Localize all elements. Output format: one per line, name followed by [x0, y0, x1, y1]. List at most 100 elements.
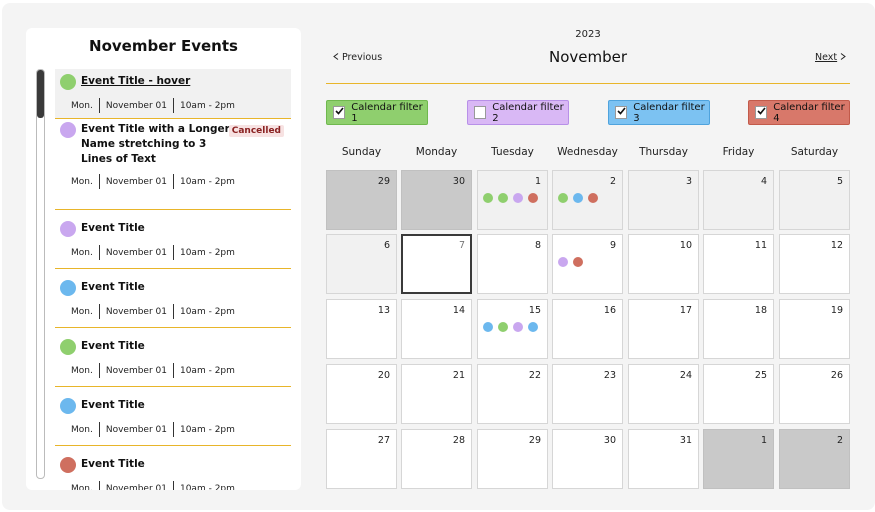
event-title[interactable]: Event Title - hover [81, 74, 231, 89]
event-dot[interactable] [573, 193, 583, 203]
calendar-month: November [548, 48, 628, 66]
scrollbar-thumb[interactable] [37, 70, 44, 118]
day-cell[interactable]: 10 [628, 234, 699, 294]
event-title[interactable]: Event Title with a Longer Name stretchin… [81, 122, 231, 167]
event-item[interactable]: Event Title Mon. November 01 10am - 2pm [55, 446, 291, 490]
day-number: 6 [383, 240, 390, 251]
day-cell[interactable]: 11 [703, 234, 774, 294]
event-title[interactable]: Event Title [81, 221, 231, 236]
event-title[interactable]: Event Title [81, 339, 231, 354]
calendar-filter-3[interactable]: Calendar filter 3 [608, 100, 710, 125]
event-item[interactable]: Event Title with a Longer Name stretchin… [55, 119, 291, 210]
day-cell[interactable]: 31 [628, 429, 699, 489]
sidebar-title: November Events [89, 37, 238, 55]
day-cell[interactable]: 1 [703, 429, 774, 489]
event-color-dot [60, 339, 76, 355]
day-cell[interactable]: 22 [477, 364, 548, 424]
event-item[interactable]: Event Title Mon. November 01 10am - 2pm [55, 210, 291, 269]
event-item[interactable]: Event Title Mon. November 01 10am - 2pm [55, 328, 291, 387]
day-cell[interactable]: 26 [779, 364, 850, 424]
day-cell[interactable]: 12 [779, 234, 850, 294]
event-time: 10am - 2pm [179, 483, 235, 491]
day-cell[interactable]: 5 [779, 170, 850, 230]
day-cell[interactable]: 3 [628, 170, 699, 230]
day-cell[interactable]: 2 [552, 170, 623, 230]
filter-checkbox[interactable] [755, 106, 768, 119]
filter-checkbox[interactable] [474, 106, 487, 119]
day-cell[interactable]: 15 [477, 299, 548, 359]
event-time: 10am - 2pm [179, 424, 235, 435]
event-dot[interactable] [483, 193, 493, 203]
event-item[interactable]: Event Title Mon. November 01 10am - 2pm [55, 269, 291, 328]
event-time: 10am - 2pm [179, 247, 235, 258]
day-cell[interactable]: 20 [326, 364, 397, 424]
day-cell[interactable]: 28 [401, 429, 472, 489]
meta-separator [172, 363, 174, 378]
event-dot[interactable] [558, 257, 568, 267]
day-cell[interactable]: 14 [401, 299, 472, 359]
event-dots [483, 193, 538, 203]
day-cell[interactable]: 25 [703, 364, 774, 424]
meta-separator [98, 363, 100, 378]
event-dot[interactable] [513, 193, 523, 203]
event-time: 10am - 2pm [179, 306, 235, 317]
event-title[interactable]: Event Title [81, 280, 231, 295]
day-cell[interactable]: 21 [401, 364, 472, 424]
day-number: 1 [534, 176, 541, 187]
day-cell[interactable]: 7 [401, 234, 472, 294]
day-cell[interactable]: 9 [552, 234, 623, 294]
day-cell[interactable]: 16 [552, 299, 623, 359]
event-dot[interactable] [528, 193, 538, 203]
day-cell[interactable]: 1 [477, 170, 548, 230]
event-item[interactable]: Event Title - hover Mon. November 01 10am -… [55, 69, 291, 119]
weekday-label: Friday [722, 146, 755, 158]
day-cell[interactable]: 6 [326, 234, 397, 294]
day-cell[interactable]: 2 [779, 429, 850, 489]
meta-separator [98, 245, 100, 260]
day-number: 4 [760, 176, 767, 187]
day-number: 12 [830, 240, 843, 251]
day-cell[interactable]: 4 [703, 170, 774, 230]
event-meta: Mon. November 01 10am - 2pm [71, 422, 235, 437]
event-dot[interactable] [558, 193, 568, 203]
event-title[interactable]: Event Title [81, 457, 231, 472]
day-cell[interactable]: 19 [779, 299, 850, 359]
event-dot[interactable] [528, 322, 538, 332]
event-dot[interactable] [498, 193, 508, 203]
next-month-button[interactable]: Next [815, 52, 846, 63]
event-day: Mon. [71, 424, 93, 435]
day-cell[interactable]: 30 [552, 429, 623, 489]
filter-checkbox[interactable] [333, 106, 346, 119]
day-cell[interactable]: 24 [628, 364, 699, 424]
calendar-filter-1[interactable]: Calendar filter 1 [326, 100, 428, 125]
day-cell[interactable]: 13 [326, 299, 397, 359]
day-cell[interactable]: 27 [326, 429, 397, 489]
day-number: 22 [528, 370, 541, 381]
day-number: 9 [609, 240, 616, 251]
event-item[interactable]: Event Title Mon. November 01 10am - 2pm [55, 387, 291, 446]
day-cell[interactable]: 29 [326, 170, 397, 230]
day-cell[interactable]: 17 [628, 299, 699, 359]
day-cell[interactable]: 30 [401, 170, 472, 230]
event-dot[interactable] [573, 257, 583, 267]
event-title[interactable]: Event Title [81, 398, 231, 413]
filter-checkbox[interactable] [615, 106, 628, 119]
day-cell[interactable]: 23 [552, 364, 623, 424]
event-time: 10am - 2pm [179, 176, 235, 187]
event-meta: Mon. November 01 10am - 2pm [71, 174, 235, 189]
day-number: 23 [603, 370, 616, 381]
calendar-filter-4[interactable]: Calendar filter 4 [748, 100, 850, 125]
day-number: 14 [452, 305, 465, 316]
day-cell[interactable]: 8 [477, 234, 548, 294]
day-number: 2 [609, 176, 616, 187]
event-dot[interactable] [498, 322, 508, 332]
event-dot[interactable] [513, 322, 523, 332]
event-dot[interactable] [483, 322, 493, 332]
event-day: Mon. [71, 176, 93, 187]
day-cell[interactable]: 29 [477, 429, 548, 489]
event-dot[interactable] [588, 193, 598, 203]
event-color-dot [60, 122, 76, 138]
day-cell[interactable]: 18 [703, 299, 774, 359]
scrollbar[interactable] [36, 69, 45, 479]
calendar-filter-2[interactable]: Calendar filter 2 [467, 100, 569, 125]
